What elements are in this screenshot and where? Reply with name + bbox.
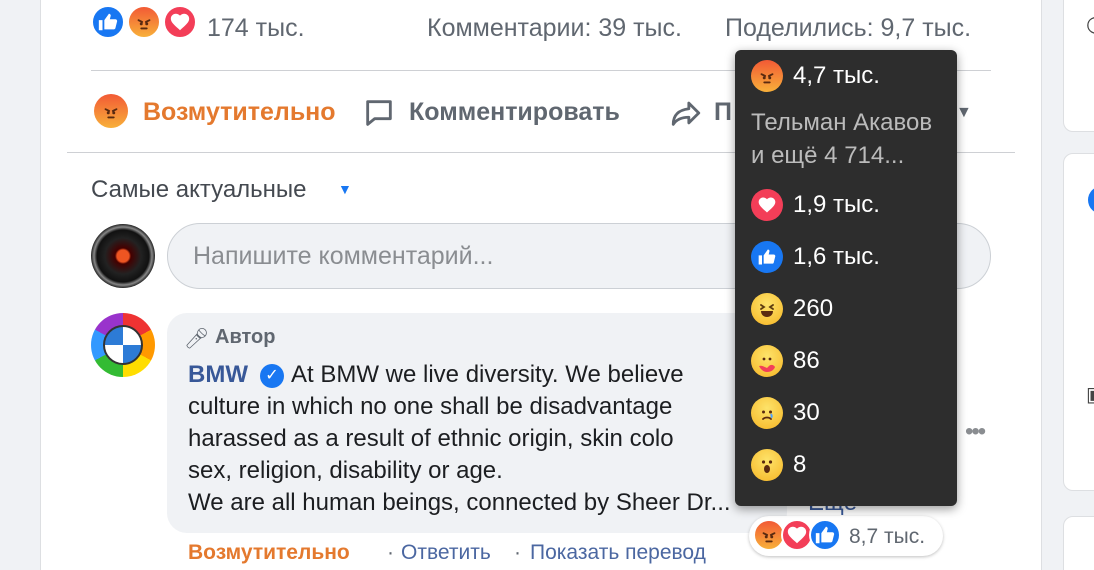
- comment-text-line-1: At BMW we live diversity. We believe: [291, 361, 684, 388]
- like-icon: [751, 241, 783, 273]
- tooltip-row-like: 1,6 тыс.: [751, 241, 880, 273]
- comment-text-line-3: harassed as a result of ethnic origin, s…: [188, 425, 674, 452]
- sidebar-card-bottom: [1063, 516, 1094, 570]
- clock-icon: ◷: [1086, 11, 1094, 37]
- share-icon: [671, 101, 701, 126]
- care-icon: [751, 345, 783, 377]
- separator-dot: ·: [514, 541, 521, 564]
- tooltip-row-love: 1,9 тыс.: [751, 189, 880, 221]
- comment-button[interactable]: Комментировать: [409, 98, 620, 127]
- audience-dropdown-icon[interactable]: ▼: [956, 104, 972, 122]
- calendar-icon: ▣: [1086, 382, 1094, 407]
- tooltip-care-count: 86: [793, 347, 820, 374]
- angry-reaction-icon: [94, 94, 128, 128]
- share-button[interactable]: П: [714, 98, 732, 127]
- bmw-logo-inner: [103, 325, 143, 365]
- comment-icon: [366, 100, 392, 126]
- reactions-count[interactable]: 174 тыс.: [207, 14, 305, 43]
- tooltip-sad-count: 30: [793, 399, 820, 426]
- comment-input-placeholder: Напишите комментарий...: [193, 242, 494, 270]
- tooltip-row-angry: 4,7 тыс.: [751, 60, 880, 92]
- reactions-tooltip: 4,7 тыс. Тельман Акавов и ещё 4 714... 1…: [735, 50, 957, 506]
- comment-text-line-2: culture in which no one shall be disadva…: [188, 393, 673, 420]
- tooltip-wow-count: 8: [793, 451, 807, 478]
- like-reaction-icon: [809, 519, 841, 551]
- blue-dot-icon: [1088, 186, 1094, 214]
- like-reaction-icon[interactable]: [91, 5, 125, 39]
- comments-count-link[interactable]: Комментарии: 39 тыс.: [427, 14, 682, 43]
- comment-reaction-link[interactable]: Возмутительно: [188, 541, 350, 565]
- tooltip-names-line-1: Тельман Акавов: [751, 109, 933, 136]
- separator-dot: ·: [387, 541, 394, 564]
- haha-icon: [751, 293, 783, 325]
- shares-count-link[interactable]: Поделились: 9,7 тыс.: [725, 14, 971, 43]
- comment-text-line-5: We are all human beings, connected by Sh…: [188, 489, 731, 516]
- react-button[interactable]: Возмутительно: [143, 98, 336, 127]
- chevron-down-icon[interactable]: ▼: [338, 181, 352, 197]
- love-reaction-icon[interactable]: [163, 5, 197, 39]
- more-options-icon[interactable]: •••: [965, 418, 986, 446]
- user-avatar[interactable]: [91, 224, 155, 288]
- tooltip-row-sad: 30: [751, 397, 820, 429]
- tooltip-haha-count: 260: [793, 295, 834, 322]
- verified-badge-icon: ✓: [260, 364, 284, 388]
- love-icon: [751, 189, 783, 221]
- tooltip-row-care: 86: [751, 345, 820, 377]
- angry-icon: [751, 60, 783, 92]
- reply-link[interactable]: Ответить: [401, 541, 491, 565]
- comment-sort-dropdown[interactable]: Самые актуальные: [91, 176, 307, 204]
- translate-link[interactable]: Показать перевод: [530, 541, 706, 565]
- angry-reaction-icon[interactable]: [127, 5, 161, 39]
- comment-text-line-4: sex, religion, disability or age.: [188, 457, 503, 484]
- wow-icon: [751, 449, 783, 481]
- tooltip-love-count: 1,9 тыс.: [793, 191, 880, 218]
- author-badge: Автор: [215, 326, 276, 348]
- sad-icon: [751, 397, 783, 429]
- tooltip-names: Тельман Акавов и ещё 4 714...: [751, 106, 932, 172]
- tooltip-row-haha: 260: [751, 293, 833, 325]
- sidebar-card-top: ◷: [1063, 0, 1094, 132]
- comment-reactions-count[interactable]: 8,7 тыс.: [849, 525, 925, 549]
- tooltip-angry-count: 4,7 тыс.: [793, 62, 880, 89]
- comment-author-link[interactable]: BMW: [188, 361, 248, 389]
- tooltip-names-line-2: и ещё 4 714...: [751, 142, 905, 169]
- microphone-icon: 🎤︎: [184, 328, 210, 350]
- tooltip-row-wow: 8: [751, 449, 806, 481]
- sidebar-card-middle: ▣: [1063, 153, 1094, 491]
- bmw-avatar[interactable]: [91, 313, 155, 377]
- tooltip-like-count: 1,6 тыс.: [793, 243, 880, 270]
